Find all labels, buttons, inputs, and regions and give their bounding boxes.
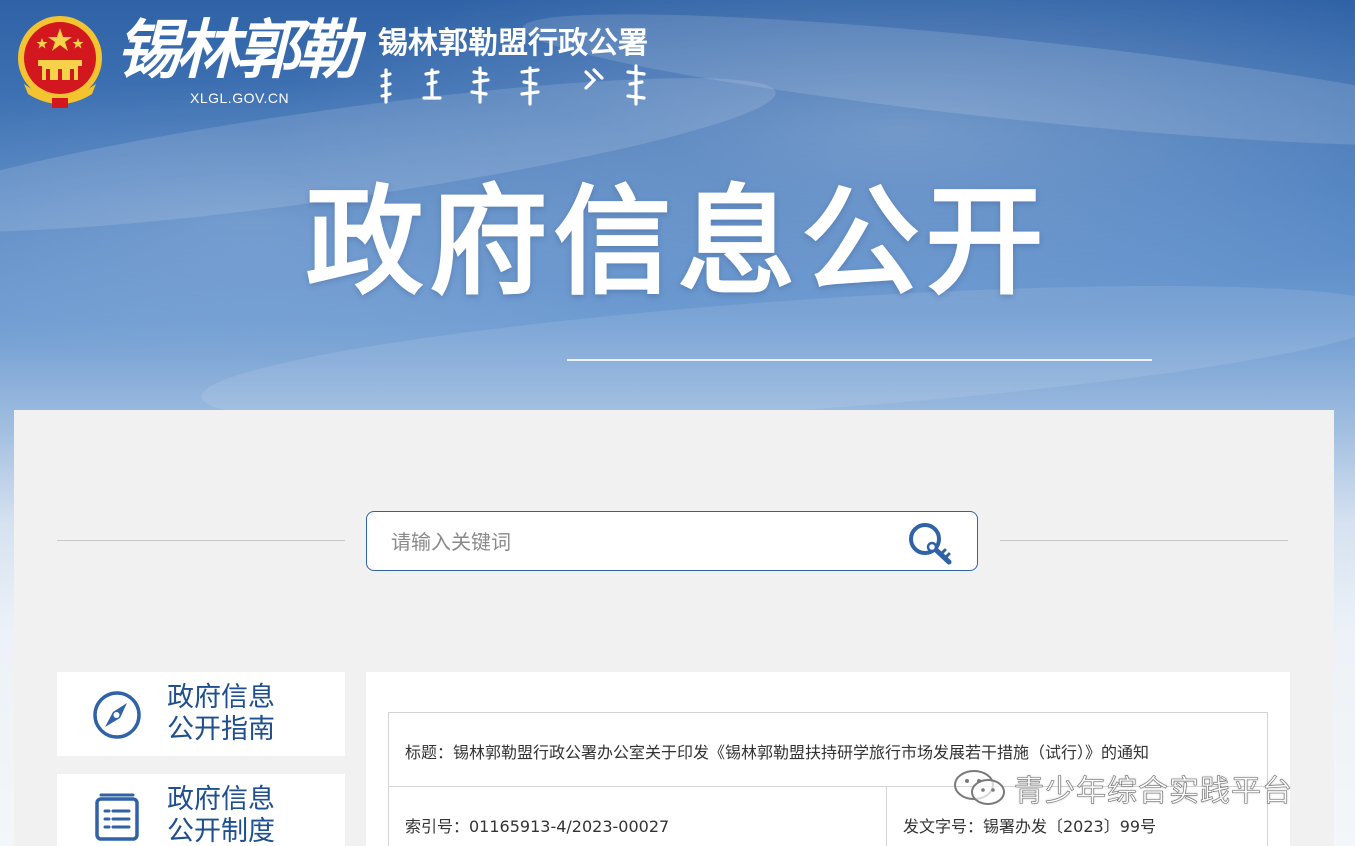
site-domain: XLGL.GOV.CN bbox=[190, 90, 290, 106]
search-input[interactable] bbox=[391, 526, 871, 558]
search-divider-right bbox=[1000, 540, 1288, 541]
document-list-icon bbox=[95, 793, 139, 841]
index-number-cell: 索引号：01165913-4/2023-00027 bbox=[389, 787, 887, 846]
search-box bbox=[366, 511, 978, 571]
sidebar-item-label: 政府信息 公开制度 bbox=[167, 784, 275, 846]
watermark-text: 青少年综合实践平台 bbox=[1014, 774, 1293, 810]
page-hero-title: 政府信息公开 bbox=[305, 173, 1050, 311]
document-number: 发文字号：锡署办发〔2023〕99号 bbox=[903, 817, 1157, 836]
sidebar-item-disclosure-guide[interactable]: 政府信息 公开指南 bbox=[57, 672, 345, 756]
compass-icon bbox=[93, 691, 141, 739]
document-title: 标题：锡林郭勒盟行政公署办公室关于印发《锡林郭勒盟扶持研学旅行市场发展若干措施（… bbox=[405, 743, 1150, 762]
hero-divider bbox=[567, 359, 1152, 361]
watermark: 青少年综合实践平台 bbox=[952, 764, 1322, 810]
national-emblem-icon[interactable] bbox=[14, 14, 106, 110]
search-divider-left bbox=[57, 540, 345, 541]
sidebar-item-disclosure-system[interactable]: 政府信息 公开制度 bbox=[57, 774, 345, 846]
organization-name: 锡林郭勒盟行政公署 bbox=[378, 26, 648, 61]
sidebar-item-label: 政府信息 公开指南 bbox=[167, 682, 275, 745]
search-icon[interactable] bbox=[905, 520, 957, 566]
index-number: 索引号：01165913-4/2023-00027 bbox=[405, 817, 670, 836]
wechat-icon bbox=[954, 770, 1005, 805]
mongolian-script-logo bbox=[380, 64, 646, 106]
calligraphy-logo[interactable]: 锡林郭勒 bbox=[116, 8, 366, 94]
